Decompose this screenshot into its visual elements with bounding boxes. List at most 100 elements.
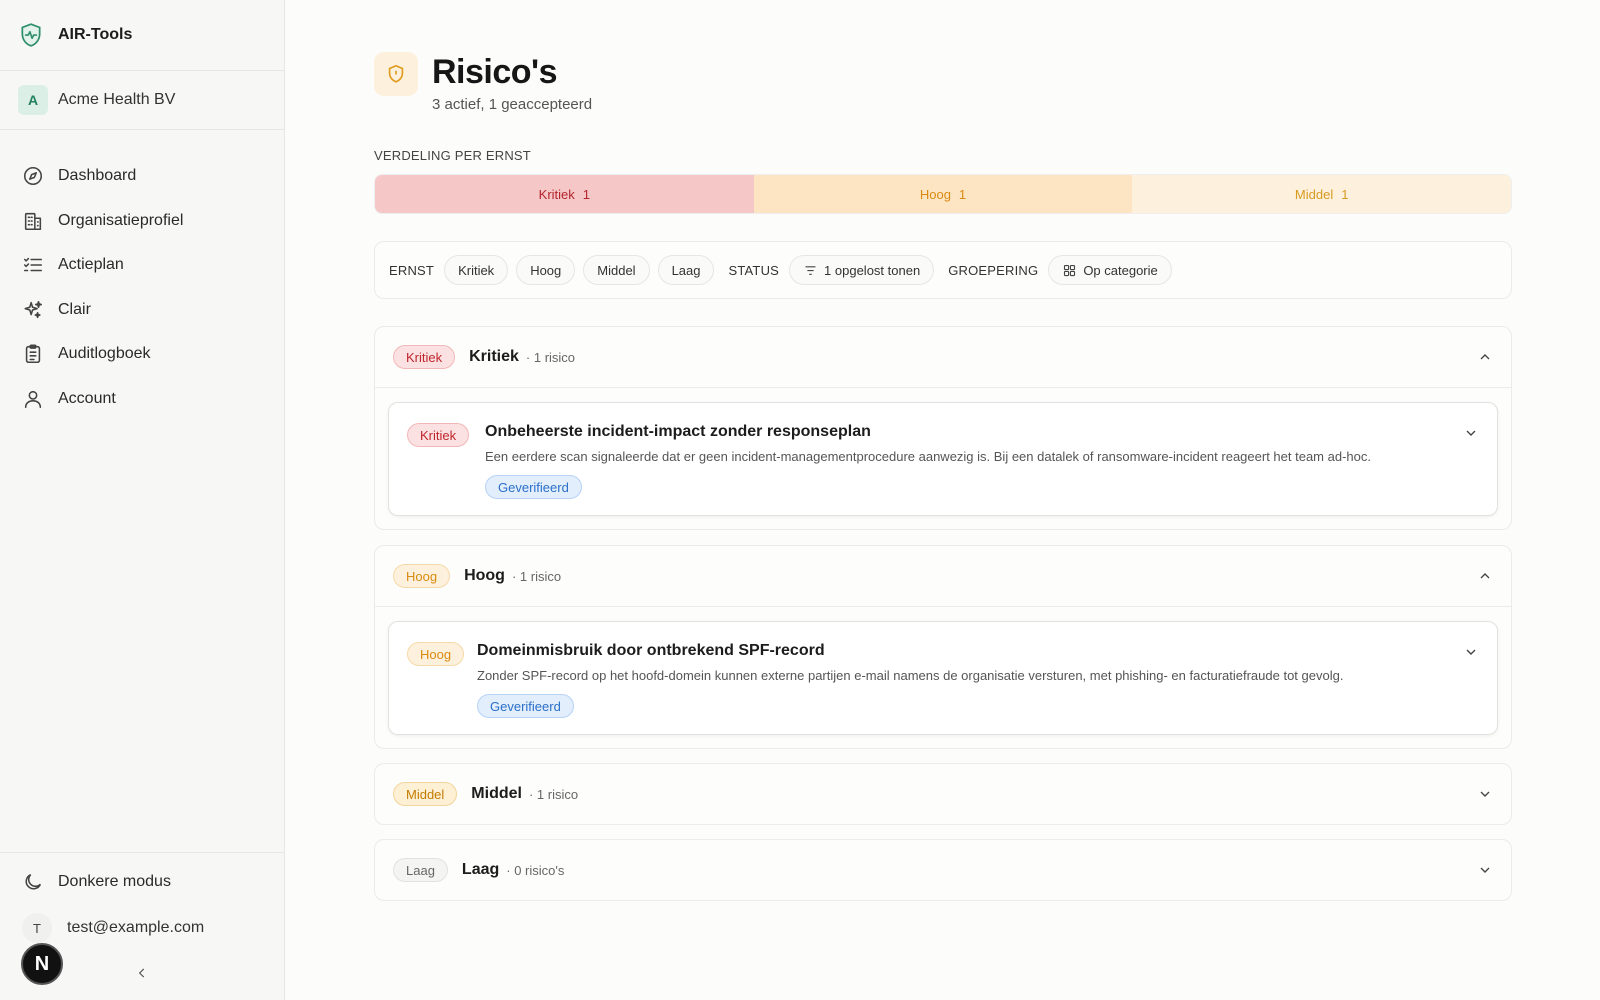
- sidebar-item-organisatieprofiel[interactable]: Organisatieprofiel: [0, 199, 284, 244]
- dark-mode-label: Donkere modus: [58, 873, 171, 890]
- page-title: Risico's: [432, 53, 558, 91]
- sidebar-footer: Donkere modus T test@example.com N: [0, 852, 284, 1000]
- avatar: T: [22, 913, 52, 943]
- group-body: Kritiek Onbeheerste incident-impact zond…: [375, 387, 1511, 529]
- risk-card[interactable]: Kritiek Onbeheerste incident-impact zond…: [388, 402, 1498, 516]
- list-check-icon: [23, 258, 43, 272]
- brand[interactable]: AIR-Tools: [0, 0, 284, 71]
- group-title: Kritiek: [469, 348, 519, 365]
- risk-shield-icon: [374, 52, 418, 96]
- app-name: AIR-Tools: [58, 26, 133, 43]
- sidebar-item-clair[interactable]: Clair: [0, 288, 284, 333]
- segment-count: 1: [1341, 186, 1349, 202]
- status-filter-value: 1 opgelost tonen: [824, 262, 921, 278]
- dev-tools-badge[interactable]: N: [21, 943, 63, 985]
- chevron-down-icon: [1477, 862, 1493, 878]
- risk-description: Een eerdere scan signaleerde dat er geen…: [485, 449, 1371, 464]
- status-badge: Geverifieerd: [485, 475, 582, 499]
- sidebar: AIR-Tools A Acme Health BV Dashboard Org…: [0, 0, 285, 1000]
- group-count: · 1 risico: [511, 568, 562, 584]
- distribution-segment-hoog[interactable]: Hoog 1: [753, 175, 1133, 213]
- sidebar-item-label: Actieplan: [58, 256, 124, 274]
- risk-description: Zonder SPF-record op het hoofd-domein ku…: [477, 668, 1344, 683]
- user-menu[interactable]: T test@example.com: [22, 913, 204, 943]
- segment-count: 1: [958, 186, 967, 202]
- compass-icon: [23, 167, 43, 186]
- distribution-segment-kritiek[interactable]: Kritiek 1: [375, 175, 754, 213]
- group-title: Laag: [461, 861, 500, 878]
- filter-chip-middel[interactable]: Middel: [583, 255, 650, 285]
- shield-logo-icon: [21, 23, 41, 47]
- chevron-down-icon[interactable]: [1463, 425, 1479, 441]
- group-header[interactable]: Kritiek Kritiek · 1 risico: [375, 327, 1511, 387]
- group-body: Hoog Domeinmisbruik door ontbrekend SPF-…: [375, 606, 1511, 748]
- group-count: · 1 risico: [528, 786, 579, 802]
- sidebar-item-label: Clair: [58, 300, 91, 318]
- chevron-down-icon: [1477, 786, 1493, 802]
- sidebar-item-dashboard[interactable]: Dashboard: [0, 154, 284, 199]
- group-count: · 0 risico's: [506, 862, 565, 878]
- sidebar-item-auditlogboek[interactable]: Auditlogboek: [0, 332, 284, 377]
- risk-group-hoog: Hoog Hoog · 1 risico Hoog Domeinmisbruik…: [374, 545, 1512, 749]
- page-header: Risico's 3 actief, 1 geaccepteerd: [374, 52, 592, 113]
- severity-badge: Kritiek: [393, 345, 456, 369]
- risk-group-kritiek: Kritiek Kritiek · 1 risico Kritiek Onbeh…: [374, 326, 1512, 530]
- sidebar-item-account[interactable]: Account: [0, 377, 284, 422]
- sidebar-item-label: Auditlogboek: [58, 345, 151, 363]
- chevron-down-icon[interactable]: [1463, 644, 1479, 660]
- grouping-select[interactable]: Op categorie: [1048, 255, 1172, 285]
- severity-badge: Hoog: [407, 642, 465, 666]
- sidebar-item-label: Dashboard: [58, 167, 137, 185]
- filter-chip-kritiek[interactable]: Kritiek: [444, 255, 509, 285]
- segment-count: 1: [582, 186, 591, 202]
- org-switcher[interactable]: A Acme Health BV: [0, 71, 284, 130]
- group-title: Middel: [471, 785, 522, 802]
- filter-chip-hoog[interactable]: Hoog: [516, 255, 576, 285]
- page-subtitle: 3 actief, 1 geaccepteerd: [432, 96, 593, 113]
- filter-icon: [805, 265, 816, 275]
- sidebar-item-label: Account: [58, 389, 116, 407]
- group-header[interactable]: Hoog Hoog · 1 risico: [375, 546, 1511, 606]
- severity-badge: Hoog: [393, 564, 451, 588]
- user-email: test@example.com: [67, 919, 205, 936]
- chevron-left-icon: [138, 968, 145, 978]
- severity-badge: Kritiek: [407, 423, 470, 447]
- filter-bar: ERNST Kritiek Hoog Middel Laag STATUS 1 …: [374, 241, 1512, 299]
- group-header[interactable]: Laag Laag · 0 risico's: [375, 840, 1511, 900]
- group-count: · 1 risico: [525, 349, 576, 365]
- segment-label: Middel: [1294, 186, 1334, 202]
- status-badge: Geverifieerd: [477, 694, 574, 718]
- show-resolved-toggle[interactable]: 1 opgelost tonen: [789, 255, 935, 285]
- risk-group-middel: Middel Middel · 1 risico: [374, 763, 1512, 825]
- collapse-sidebar-button[interactable]: [132, 963, 152, 983]
- sidebar-item-label: Organisatieprofiel: [58, 211, 184, 229]
- building-icon: [24, 212, 42, 230]
- grouping-label: GROEPERING: [948, 262, 1039, 278]
- group-title: Hoog: [464, 567, 505, 584]
- sidebar-nav: Dashboard Organisatieprofiel Actieplan C…: [0, 130, 284, 421]
- distribution-segment-middel[interactable]: Middel 1: [1132, 175, 1511, 213]
- distribution-label: VERDELING PER ERNST: [374, 148, 531, 163]
- segment-label: Hoog: [919, 186, 951, 202]
- user-icon: [24, 390, 42, 408]
- grid-icon: [1064, 264, 1076, 276]
- risk-card[interactable]: Hoog Domeinmisbruik door ontbrekend SPF-…: [388, 621, 1498, 735]
- grouping-value: Op categorie: [1083, 262, 1158, 278]
- risk-title: Onbeheerste incident-impact zonder respo…: [485, 423, 871, 440]
- clipboard-icon: [25, 344, 41, 364]
- group-header[interactable]: Middel Middel · 1 risico: [375, 764, 1511, 824]
- risk-title: Domeinmisbruik door ontbrekend SPF-recor…: [477, 642, 825, 659]
- dark-mode-toggle[interactable]: Donkere modus: [22, 871, 171, 893]
- org-avatar: A: [18, 85, 48, 115]
- moon-icon: [25, 873, 42, 890]
- risk-group-laag: Laag Laag · 0 risico's: [374, 839, 1512, 901]
- chevron-up-icon: [1477, 349, 1493, 365]
- filter-chip-laag[interactable]: Laag: [657, 255, 715, 285]
- status-filter-label: STATUS: [728, 262, 780, 278]
- sidebar-item-actieplan[interactable]: Actieplan: [0, 243, 284, 288]
- sparkles-icon: [24, 300, 43, 318]
- severity-distribution-bar: Kritiek 1 Hoog 1 Middel 1: [374, 174, 1512, 214]
- severity-badge: Middel: [393, 782, 458, 806]
- chevron-up-icon: [1477, 568, 1493, 584]
- severity-badge: Laag: [393, 858, 448, 882]
